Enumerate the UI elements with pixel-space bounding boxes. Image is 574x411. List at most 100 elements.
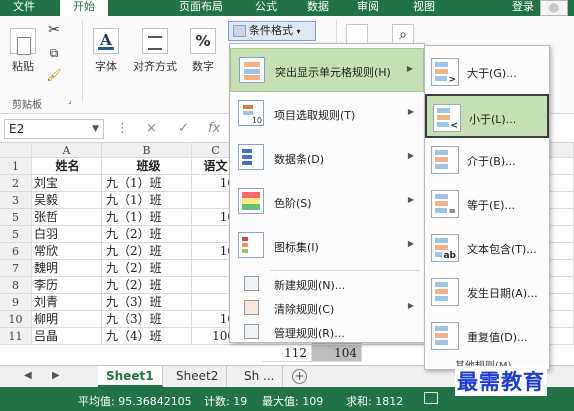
scroll-left-icon[interactable]: ◀: [24, 370, 32, 381]
tab-review[interactable]: 审阅: [348, 0, 388, 16]
status-sum: 求和: 1812: [346, 395, 404, 408]
cell-class[interactable]: 班级: [102, 158, 192, 175]
row-header[interactable]: 11: [0, 328, 32, 345]
fx-icon[interactable]: fx: [208, 121, 220, 136]
cell-name[interactable]: 吴毅: [32, 192, 102, 209]
chevron-right-icon: ▶: [407, 151, 414, 160]
row-header[interactable]: 6: [0, 243, 32, 260]
submenu-item[interactable]: = 等于(E)...: [425, 182, 549, 226]
alignment-button[interactable]: 对齐方式: [128, 28, 182, 74]
font-button[interactable]: 字体: [88, 28, 124, 74]
cell-class[interactable]: 九（2）班: [102, 277, 192, 294]
row-header[interactable]: 10: [0, 311, 32, 328]
submenu-item-label: 重复值(D)...: [467, 331, 528, 344]
chevron-right-icon: ▶: [407, 239, 414, 248]
cell-e11[interactable]: 104: [312, 345, 362, 362]
dialog-launcher-icon[interactable]: ⌟: [68, 96, 72, 105]
row-header[interactable]: 3: [0, 192, 32, 209]
menu-item-clear-rules[interactable]: 清除规则(C) ▶: [230, 296, 424, 320]
cell-name[interactable]: 魏明: [32, 260, 102, 277]
cell-name[interactable]: 张哲: [32, 209, 102, 226]
cell-class[interactable]: 九（1）班: [102, 209, 192, 226]
submenu-item[interactable]: ab 文本包含(T)...: [425, 226, 549, 270]
normal-view-icon[interactable]: [424, 392, 438, 404]
submenu-item[interactable]: 介于(B)...: [425, 138, 549, 182]
scroll-right-icon[interactable]: ▶: [52, 370, 60, 381]
column-header-b[interactable]: B: [102, 143, 192, 158]
login-link[interactable]: 登录: [512, 0, 534, 16]
cell-d11[interactable]: 112: [262, 345, 312, 362]
cell-name[interactable]: 吕晶: [32, 328, 102, 345]
user-avatar-icon[interactable]: [540, 0, 568, 16]
tab-page-layout[interactable]: 页面布局: [168, 0, 234, 16]
percent-icon: [190, 28, 216, 54]
row-header[interactable]: 1: [0, 158, 32, 175]
menu-item-manage-rules[interactable]: 管理规则(R)...: [230, 320, 424, 344]
cell-class[interactable]: 九（3）班: [102, 311, 192, 328]
submenu-item[interactable]: 发生日期(A)...: [425, 270, 549, 314]
sheet-tab-sheet3[interactable]: Sh ...: [236, 366, 284, 387]
row-header[interactable]: 2: [0, 175, 32, 192]
status-average: 平均值: 95.36842105: [78, 395, 192, 408]
submenu-item[interactable]: 重复值(D)...: [425, 314, 549, 358]
select-all-corner[interactable]: [0, 143, 32, 158]
submenu-item[interactable]: > 大于(G)...: [425, 50, 549, 94]
tab-view[interactable]: 视图: [404, 0, 444, 16]
cell-name[interactable]: 柳明: [32, 311, 102, 328]
format-painter-button[interactable]: 🖌: [44, 68, 64, 82]
cell-name[interactable]: 姓名: [32, 158, 102, 175]
brush-icon: 🖌: [46, 68, 62, 82]
row-header[interactable]: 5: [0, 209, 32, 226]
cell-class[interactable]: 九（4）班: [102, 328, 192, 345]
tab-formulas[interactable]: 公式: [246, 0, 286, 16]
cell-name[interactable]: 刘青: [32, 294, 102, 311]
paste-button[interactable]: 粘贴: [6, 28, 40, 74]
cell-class[interactable]: 九（2）班: [102, 243, 192, 260]
menu-item-top-rules[interactable]: 项目选取规则(T) ▶: [230, 92, 424, 136]
row-header[interactable]: 8: [0, 277, 32, 294]
number-format-button[interactable]: 数字: [186, 28, 220, 74]
row-header[interactable]: 7: [0, 260, 32, 277]
enter-icon[interactable]: ✓: [178, 121, 189, 136]
add-sheet-button[interactable]: +: [292, 369, 307, 384]
menu-item-data-bars[interactable]: 数据条(D) ▶: [230, 136, 424, 180]
menu-item-icon-sets[interactable]: 图标集(I) ▶: [230, 224, 424, 268]
copy-button[interactable]: ⧉: [44, 46, 64, 61]
cell-class[interactable]: 九（1）班: [102, 192, 192, 209]
cell-name[interactable]: 李历: [32, 277, 102, 294]
cell-name[interactable]: 刘宝: [32, 175, 102, 192]
menu-item-color-scale[interactable]: 色阶(S) ▶: [230, 180, 424, 224]
row-header[interactable]: 5: [0, 226, 32, 243]
cell-name[interactable]: 常欣: [32, 243, 102, 260]
cell-class[interactable]: 九（2）班: [102, 260, 192, 277]
clipboard-group-label: 剪贴板: [12, 100, 42, 111]
cell-class[interactable]: 九（2）班: [102, 226, 192, 243]
menu-item-highlight-rules[interactable]: 突出显示单元格规则(H) ▶: [230, 48, 424, 92]
column-header-a[interactable]: A: [32, 143, 102, 158]
menu-item-label: 项目选取规则(T): [274, 109, 356, 122]
submenu-item-label: 发生日期(A)...: [467, 287, 538, 300]
cell-class[interactable]: 九（1）班: [102, 175, 192, 192]
conditional-format-button[interactable]: 条件格式 ▾: [228, 21, 316, 41]
cell-class[interactable]: 九（3）班: [102, 294, 192, 311]
menu-item-new-rule[interactable]: 新建规则(N)...: [230, 272, 424, 296]
menu-item-label: 图标集(I): [274, 241, 319, 254]
submenu-item[interactable]: < 小于(L)...: [425, 94, 549, 138]
tab-data[interactable]: 数据: [298, 0, 338, 16]
sheet-tab-sheet2[interactable]: Sheet2: [168, 366, 228, 387]
chevron-down-icon[interactable]: ▼: [92, 120, 99, 138]
tab-home[interactable]: 开始: [60, 0, 108, 16]
cancel-icon[interactable]: ×: [146, 121, 157, 136]
menu-item-label: 色阶(S): [274, 197, 312, 210]
sheet-tab-sheet1[interactable]: Sheet1: [98, 366, 163, 387]
submenu-item-label: 文本包含(T)...: [467, 243, 537, 256]
rule-icon: ab: [431, 234, 459, 262]
name-box[interactable]: E2 ▼: [4, 119, 104, 139]
rule-icon: =: [431, 190, 459, 218]
row-header[interactable]: 9: [0, 294, 32, 311]
tab-file[interactable]: 文件: [4, 0, 44, 16]
chevron-right-icon: ▶: [407, 301, 414, 310]
menu-divider: [270, 270, 420, 271]
cell-name[interactable]: 白羽: [32, 226, 102, 243]
cut-button[interactable]: ✂: [44, 22, 64, 38]
